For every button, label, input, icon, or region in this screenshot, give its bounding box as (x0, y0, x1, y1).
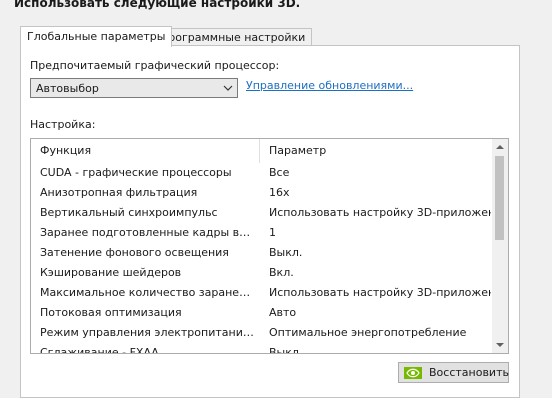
row-feature: Максимальное количество заранее подготов… (40, 286, 254, 299)
gpu-label: Предпочитаемый графический процессор: (30, 59, 280, 72)
column-header-feature[interactable]: Функция (31, 139, 260, 163)
table-row[interactable]: Режим управления электропитанием Оптималь… (31, 323, 492, 343)
table-row[interactable]: Потоковая оптимизация Авто (31, 303, 492, 323)
row-value: Использовать настройку 3D-приложения (269, 206, 491, 219)
tab-global-settings[interactable]: Глобальные параметры (20, 26, 173, 47)
table-row[interactable]: Вертикальный синхроимпульс Использовать н… (31, 203, 492, 223)
settings-label: Настройка: (30, 118, 96, 131)
row-feature: Сглаживание - FXAA (40, 346, 159, 354)
table-row[interactable]: Заранее подготовленные кадры виртуальной… (31, 223, 492, 243)
scroll-down-icon[interactable] (496, 343, 504, 347)
row-value: Оптимальное энергопотребление (269, 326, 467, 339)
table-row[interactable]: Анизотропная фильтрация 16x (31, 183, 492, 203)
row-value: 16x (269, 186, 290, 199)
row-feature: Анизотропная фильтрация (40, 186, 198, 199)
row-feature: Заранее подготовленные кадры виртуальной… (40, 226, 254, 239)
page-heading: Использовать следующие настройки 3D. (14, 0, 301, 10)
row-value: Выкл. (269, 346, 303, 354)
tab-program-settings[interactable]: Программные настройки (153, 28, 313, 46)
row-value: 1 (269, 226, 276, 239)
manage-updates-link[interactable]: Управление обновлениями... (246, 79, 413, 92)
row-feature: Затенение фонового освещения (40, 246, 229, 259)
table-row[interactable]: Кэширование шейдеров Вкл. (31, 263, 492, 283)
scroll-up-icon[interactable] (496, 145, 504, 149)
gpu-select[interactable]: Автовыбор (30, 78, 238, 98)
row-value: Все (269, 166, 290, 179)
scrollbar-thumb[interactable] (495, 156, 504, 240)
settings-table: Функция Параметр CUDA - графические проц… (30, 138, 509, 354)
restore-button-label: Восстановить (429, 366, 509, 379)
row-value: Вкл. (269, 266, 294, 279)
row-value: Использовать настройку 3D-приложения (269, 286, 491, 299)
row-feature: Режим управления электропитанием (40, 326, 254, 339)
gpu-select-value: Автовыбор (36, 82, 99, 95)
row-feature: Кэширование шейдеров (40, 266, 182, 279)
nvidia-logo-icon (404, 367, 422, 379)
table-row[interactable]: CUDA - графические процессоры Все (31, 163, 492, 183)
row-feature: Потоковая оптимизация (40, 306, 182, 319)
table-row[interactable]: Сглаживание - FXAA Выкл. (31, 343, 492, 354)
row-feature: Вертикальный синхроимпульс (40, 206, 218, 219)
chevron-down-icon (223, 85, 233, 91)
vertical-scrollbar[interactable] (492, 139, 508, 353)
column-header-value[interactable]: Параметр (260, 139, 492, 163)
restore-button[interactable]: Восстановить (398, 362, 509, 383)
table-row[interactable]: Затенение фонового освещения Выкл. (31, 243, 492, 263)
row-value: Выкл. (269, 246, 303, 259)
table-row[interactable]: Максимальное количество заранее подготов… (31, 283, 492, 303)
row-feature: CUDA - графические процессоры (40, 166, 232, 179)
row-value: Авто (269, 306, 297, 319)
